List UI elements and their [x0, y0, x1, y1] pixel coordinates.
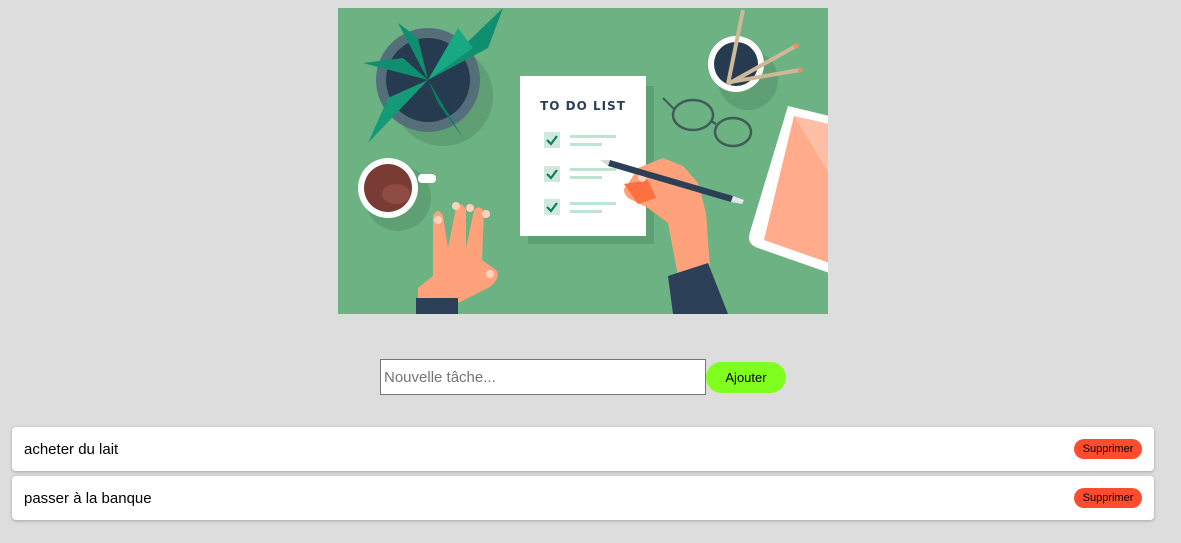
paper-title: TO DO LIST: [540, 99, 626, 113]
hero-illustration: TO DO LIST: [338, 8, 828, 314]
delete-task-button[interactable]: Supprimer: [1074, 488, 1142, 508]
list-item: acheter du lait Supprimer: [12, 427, 1154, 471]
task-list: acheter du lait Supprimer passer à la ba…: [12, 427, 1154, 525]
delete-task-button[interactable]: Supprimer: [1074, 439, 1142, 459]
add-task-button[interactable]: Ajouter: [706, 361, 786, 393]
add-task-form: Ajouter: [380, 359, 786, 395]
task-text: passer à la banque: [24, 489, 152, 507]
new-task-input[interactable]: [380, 359, 706, 395]
task-text: acheter du lait: [24, 440, 119, 458]
list-item: passer à la banque Supprimer: [12, 476, 1154, 520]
